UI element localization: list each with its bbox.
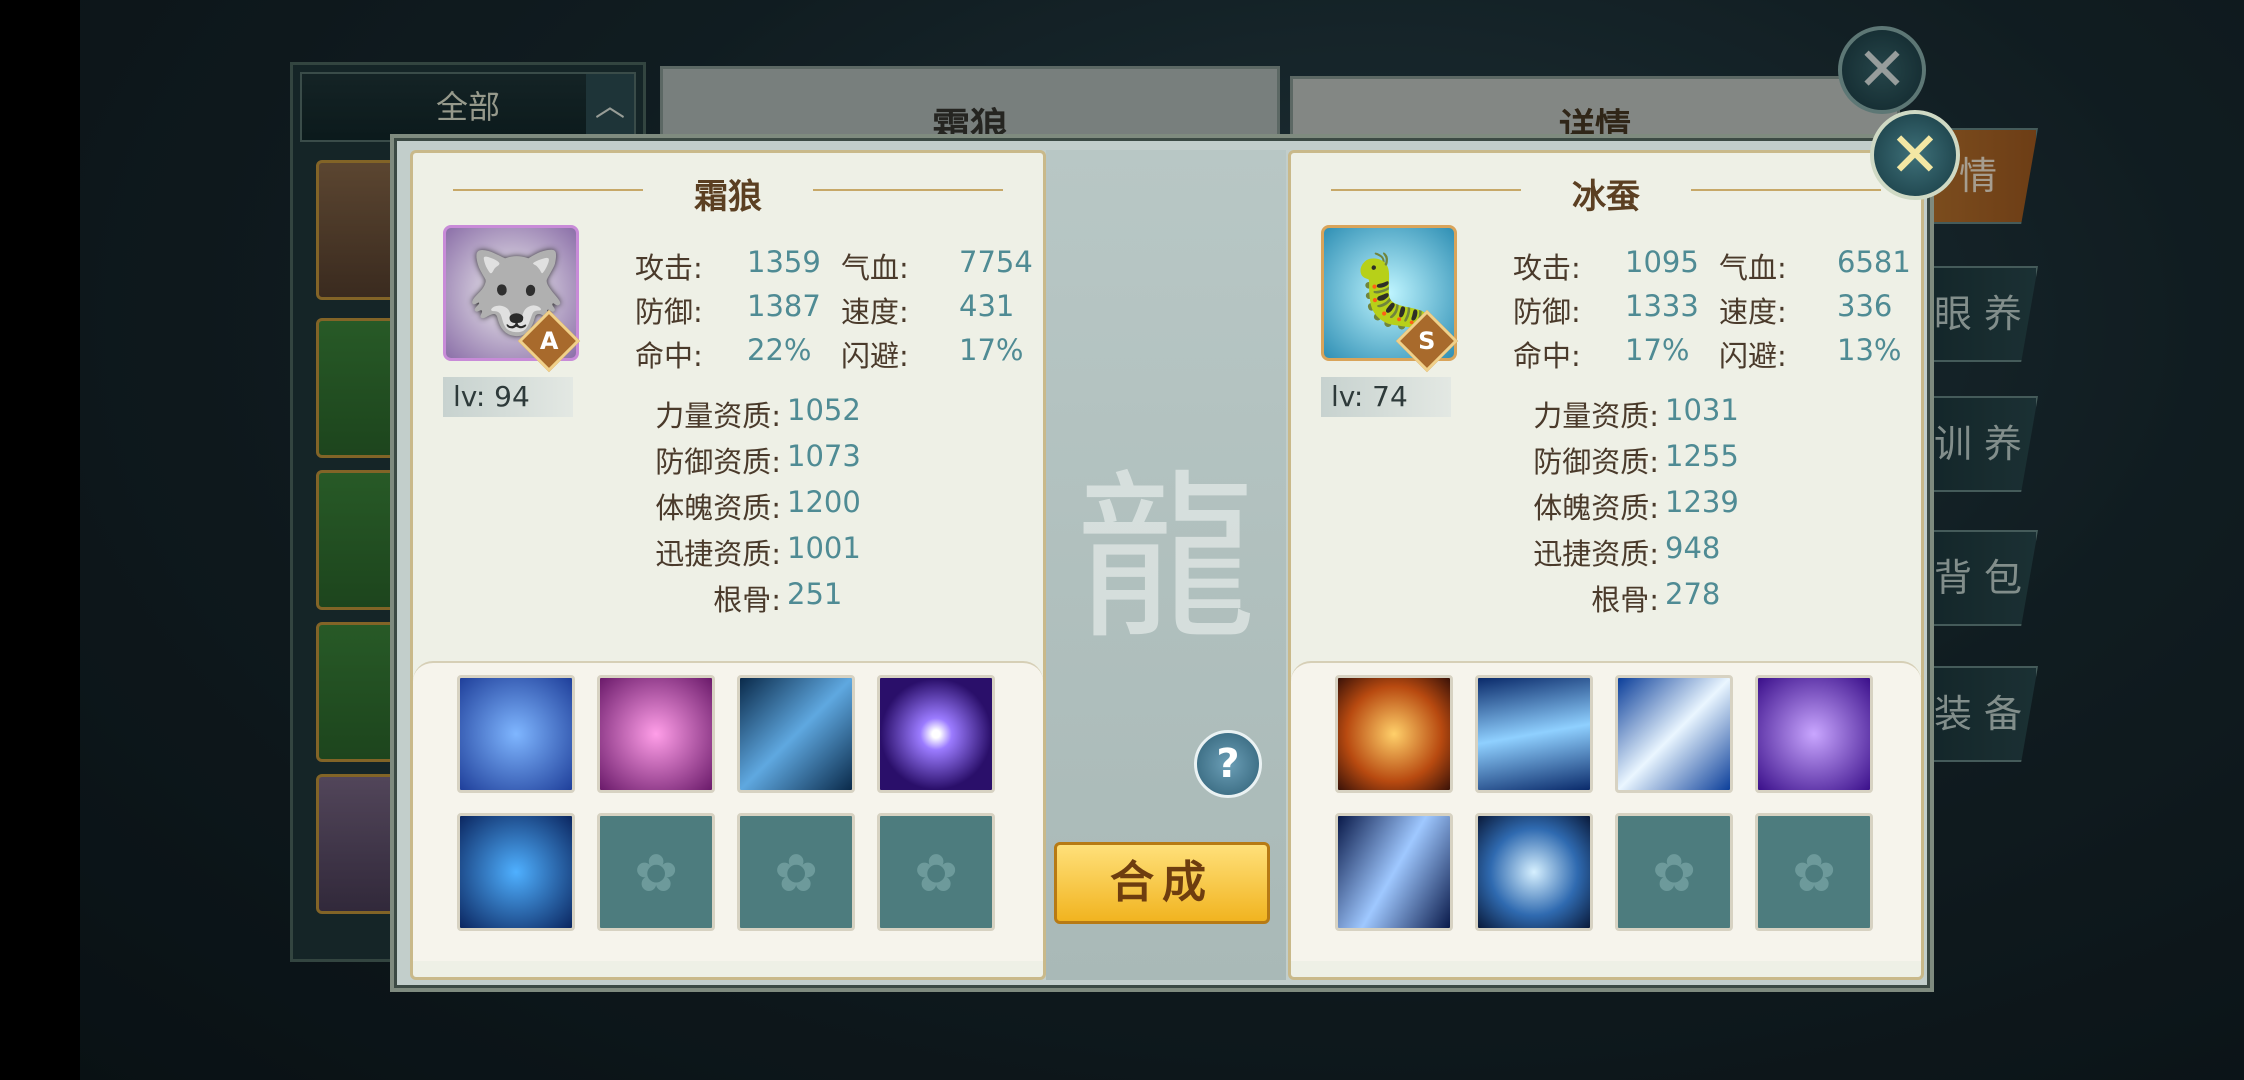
level-label: lv: 74	[1321, 377, 1451, 417]
combine-button[interactable]: 合成	[1054, 842, 1270, 924]
claw-skill-icon[interactable]	[1335, 813, 1453, 931]
vortex-skill-icon[interactable]	[457, 813, 575, 931]
lightning-skill-icon[interactable]	[1615, 675, 1733, 793]
stats-block: 攻击: 1095 气血: 6581 防御: 1333 速度: 336 命中: 1…	[1513, 245, 1911, 373]
empty-skill-slot	[877, 813, 995, 931]
right-pet-panel: 冰蚕 🐛 S lv: 74 攻击: 1095 气血: 6581 防御: 1333…	[1288, 150, 1924, 980]
empty-skill-slot	[737, 813, 855, 931]
skills-grid	[1291, 661, 1921, 961]
ice-spike-skill-icon[interactable]	[737, 675, 855, 793]
blue-heart-skill-icon[interactable]	[1475, 813, 1593, 931]
shield-skill-icon[interactable]	[457, 675, 575, 793]
left-pet-panel: 霜狼 🐺 A lv: 94 攻击: 1359 气血: 7754 防御: 1387…	[410, 150, 1046, 980]
level-label: lv: 94	[443, 377, 573, 417]
help-button[interactable]: ?	[1194, 730, 1262, 798]
wind-skill-icon[interactable]	[1475, 675, 1593, 793]
orb-skill-icon[interactable]	[877, 675, 995, 793]
aptitude-block: 力量资质: 1031 防御资质: 1255 体魄资质: 1239 迅捷资质: 948 根…	[1533, 393, 1739, 617]
skills-grid	[413, 661, 1043, 961]
dragon-emblem-icon: 龍	[1075, 455, 1256, 664]
right-pet-name: 冰蚕	[1572, 177, 1640, 217]
empty-skill-slot	[1755, 813, 1873, 931]
left-pet-name: 霜狼	[694, 177, 762, 217]
phoenix-skill-icon[interactable]	[1335, 675, 1453, 793]
stats-block: 攻击: 1359 气血: 7754 防御: 1387 速度: 431 命中: 2…	[635, 245, 1033, 373]
empty-skill-slot	[1615, 813, 1733, 931]
purple-vortex-skill-icon[interactable]	[1755, 675, 1873, 793]
aptitude-block: 力量资质: 1052 防御资质: 1073 体魄资质: 1200 迅捷资质: 1001 …	[655, 393, 861, 617]
empty-skill-slot	[597, 813, 715, 931]
close-icon[interactable]: ✕	[1870, 110, 1960, 200]
heart-skill-icon[interactable]	[597, 675, 715, 793]
